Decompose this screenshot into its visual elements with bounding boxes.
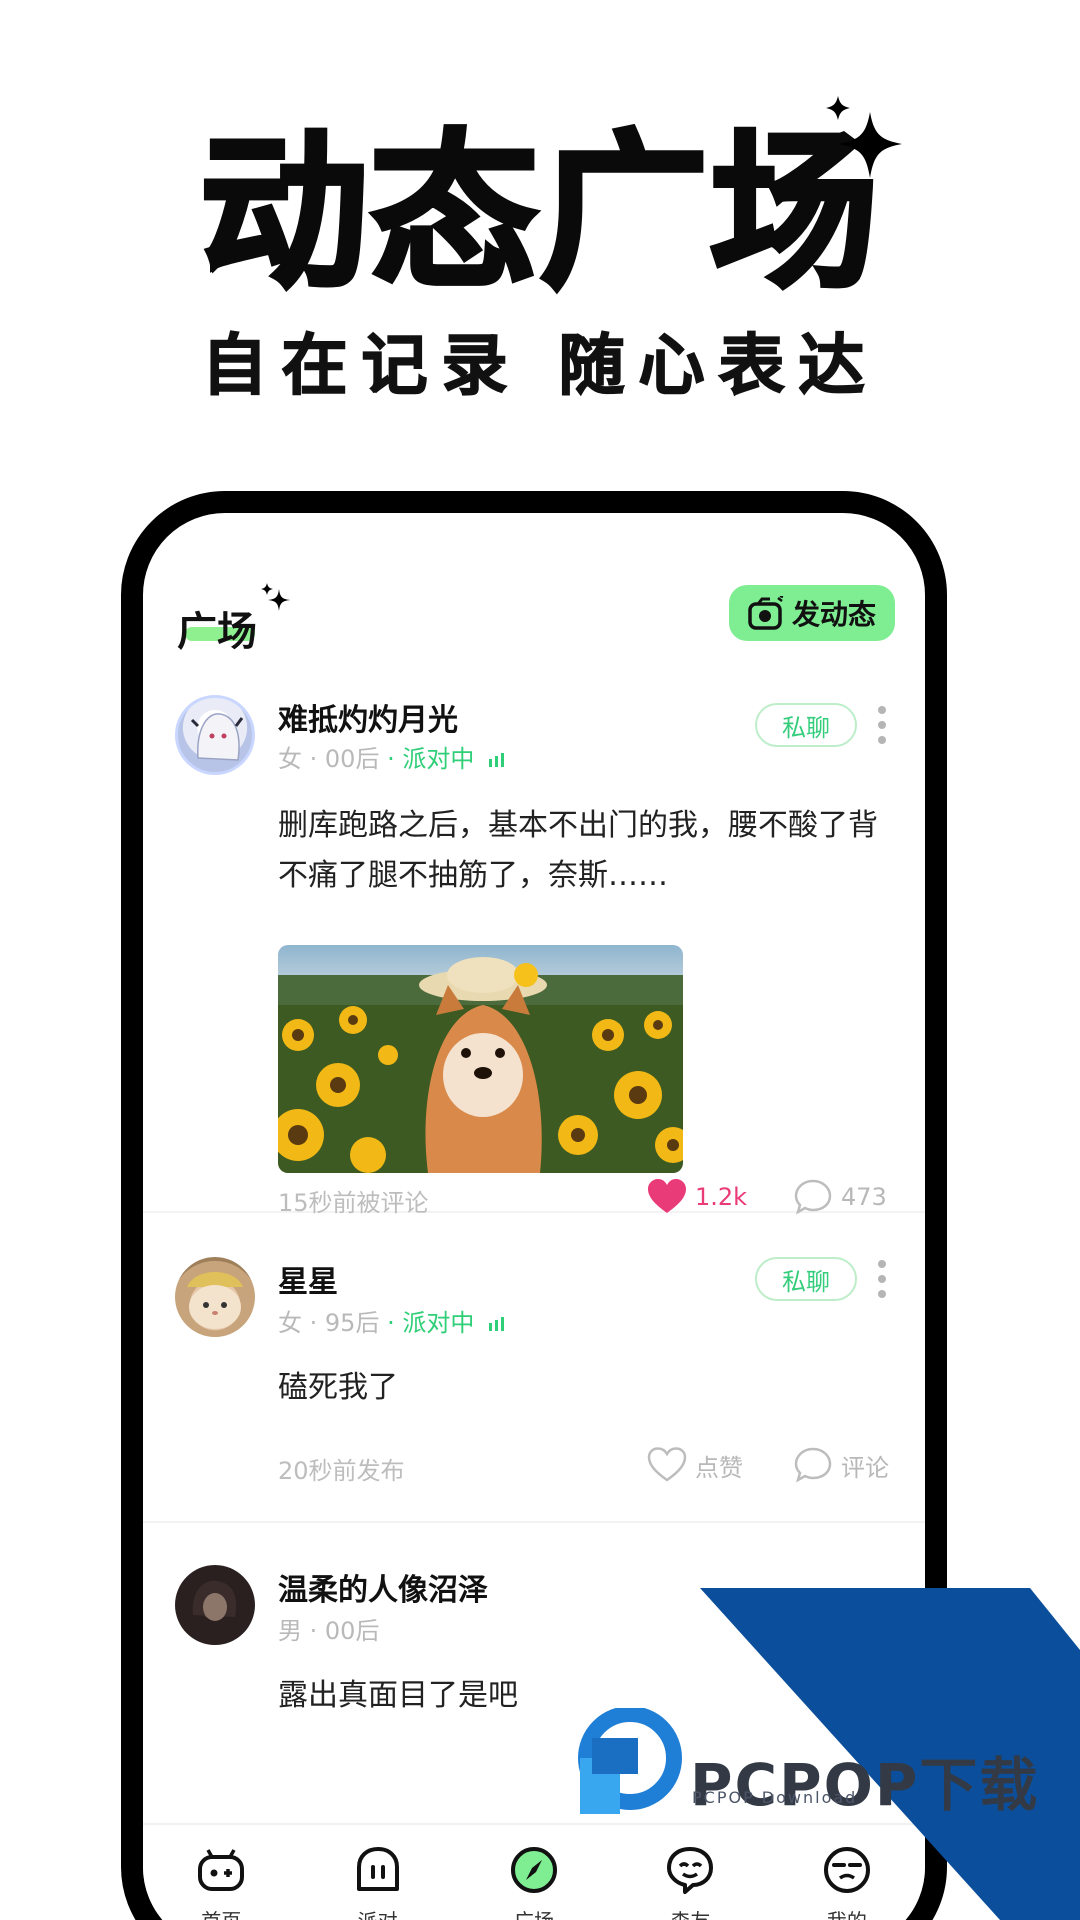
friends-icon — [667, 1847, 714, 1894]
hero-title: 动态广场 — [198, 115, 881, 311]
anime-avatar-icon — [190, 713, 244, 761]
comment-bubble-icon — [794, 1447, 832, 1483]
user-meta: 男 · 00后 — [278, 1617, 380, 1645]
page-title: 广场 — [177, 609, 257, 655]
age-group-text: 00后 — [324, 1617, 380, 1645]
post-moment-button[interactable]: 发动态 — [729, 585, 895, 641]
post-content: 删库跑路之后，基本不出门的我，腰不酸了背不痛了腿不抽筋了，奈斯…… — [278, 808, 878, 893]
watermark-brand: PCPOP下载 — [690, 1751, 1040, 1819]
user-meta: 女 · 95后 · 派对中 — [278, 1303, 506, 1338]
tab-friends[interactable]: 森友 — [612, 1825, 768, 1920]
private-chat-button[interactable]: 私聊 — [755, 703, 857, 747]
tab-label: 首页 — [143, 1905, 299, 1920]
gamepad-icon — [198, 1849, 245, 1891]
phone-frame: 广场 发动态 难抵灼灼月光 女 · 00后 · 派对中 私聊 删库跑路之后，基本… — [121, 491, 947, 1920]
plaza-header: 广场 发动态 — [143, 513, 925, 663]
like-label: 点赞 — [695, 1453, 743, 1482]
user-meta: 女 · 00后 · 派对中 — [278, 739, 506, 774]
party-status[interactable]: 派对中 — [402, 1309, 474, 1337]
dark-portrait-avatar-icon — [192, 1580, 237, 1621]
age-group-text: 95后 — [324, 1309, 380, 1337]
more-options-icon[interactable] — [877, 705, 887, 745]
hero-subtitle: 自在记录 随心表达 — [201, 326, 879, 405]
cat-avatar-icon — [187, 1272, 243, 1329]
tab-home[interactable]: 首页 — [143, 1825, 299, 1920]
sparkle-icon — [261, 583, 290, 611]
username[interactable]: 难抵灼灼月光 — [278, 695, 458, 739]
party-status[interactable]: 派对中 — [402, 745, 474, 773]
party-icon — [356, 1847, 399, 1891]
tab-label: 广场 — [456, 1905, 612, 1920]
heart-filled-icon — [648, 1179, 686, 1213]
like-count: 1.2k — [695, 1183, 748, 1211]
avatar[interactable] — [175, 695, 255, 775]
post-card[interactable]: 星星 女 · 95后 · 派对中 私聊 磕死我了 20秒前发布 点赞 评论 — [143, 1213, 925, 1523]
camera-icon — [748, 596, 784, 630]
tab-plaza[interactable]: 广场 — [456, 1825, 612, 1920]
pcpop-logo-icon — [578, 1708, 682, 1814]
comment-count: 473 — [841, 1183, 887, 1211]
tab-mine[interactable]: 我的 — [769, 1825, 925, 1920]
username[interactable]: 星星 — [278, 1257, 338, 1301]
gender-text: 男 — [278, 1617, 302, 1645]
avatar[interactable] — [175, 1257, 255, 1337]
post-content: 磕死我了 — [278, 1370, 398, 1405]
shiba-sunflower-photo — [278, 945, 683, 1173]
private-chat-button[interactable]: 私聊 — [755, 1257, 857, 1301]
comment-bubble-icon — [794, 1179, 832, 1215]
sparkle-icon — [826, 96, 902, 178]
comment-button[interactable]: 评论 — [793, 1447, 889, 1483]
signal-bars-icon — [489, 1317, 504, 1331]
post-photo[interactable] — [278, 945, 683, 1173]
plaza-compass-icon — [511, 1847, 558, 1893]
tab-label: 派对 — [299, 1905, 455, 1920]
gender-text: 女 — [278, 1309, 302, 1337]
profile-icon — [823, 1847, 870, 1893]
signal-bars-icon — [489, 753, 504, 767]
bottom-tab-bar: 首页 派对 广场 — [143, 1823, 925, 1920]
post-card[interactable]: 难抵灼灼月光 女 · 00后 · 派对中 私聊 删库跑路之后，基本不出门的我，腰… — [143, 663, 925, 1217]
like-button[interactable]: 点赞 — [647, 1447, 743, 1483]
app-screen: 广场 发动态 难抵灼灼月光 女 · 00后 · 派对中 私聊 删库跑路之后，基本… — [143, 513, 925, 1920]
comment-label: 评论 — [841, 1453, 889, 1482]
heart-outline-icon — [647, 1447, 687, 1482]
tab-label: 森友 — [612, 1905, 768, 1920]
tab-party[interactable]: 派对 — [299, 1825, 455, 1920]
post-time: 20秒前发布 — [278, 1457, 405, 1485]
gender-text: 女 — [278, 745, 302, 773]
post-button-label: 发动态 — [791, 598, 876, 631]
tab-label: 我的 — [769, 1905, 925, 1920]
age-group-text: 00后 — [324, 745, 380, 773]
comment-button[interactable]: 473 — [793, 1179, 887, 1215]
more-options-icon[interactable] — [877, 1259, 887, 1299]
watermark-subtitle: PCPOP Download — [692, 1788, 858, 1807]
like-button[interactable]: 1.2k — [647, 1179, 747, 1215]
avatar[interactable] — [175, 1565, 255, 1645]
username[interactable]: 温柔的人像沼泽 — [278, 1565, 488, 1609]
